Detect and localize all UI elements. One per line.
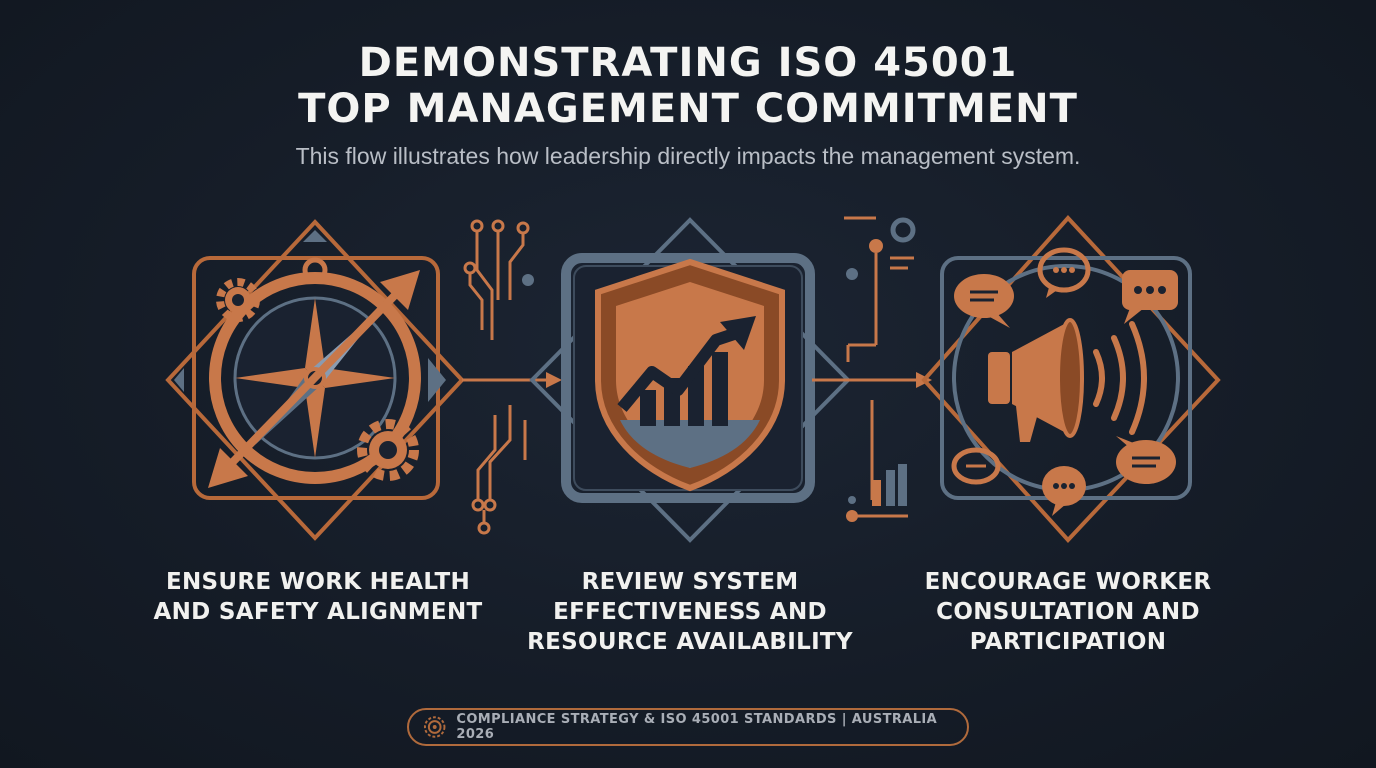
footer-text: COMPLIANCE STRATEGY & ISO 45001 STANDARD…: [456, 712, 938, 742]
step-2-label: REVIEW SYSTEM EFFECTIVENESS AND RESOURCE…: [527, 569, 853, 655]
circuit-decoration: [463, 219, 530, 340]
speech-bubble-icon: [951, 447, 1001, 485]
step-3-label: ENCOURAGE WORKER CONSULTATION AND PARTIC…: [924, 569, 1212, 655]
connector-arrow: [812, 372, 932, 388]
shield-chart-icon: [529, 217, 851, 543]
gear-icon: [216, 278, 260, 322]
footer-badge: COMPLIANCE STRATEGY & ISO 45001 STANDARD…: [407, 708, 969, 746]
compass-icon: [165, 219, 465, 541]
speech-bubble-icon: [954, 274, 1014, 328]
seal-icon: [423, 716, 446, 738]
speech-bubble-icon: [1116, 436, 1176, 484]
speech-bubble-icon: [1042, 466, 1086, 516]
circuit-decoration: [471, 405, 527, 535]
speech-bubble-icon: [1122, 270, 1178, 324]
bar-chart-icon: [846, 400, 908, 522]
connector-arrow: [462, 372, 562, 388]
circuit-decoration: [844, 216, 916, 362]
step-1-label: ENSURE WORK HEALTH AND SAFETY ALIGNMENT: [153, 569, 483, 625]
